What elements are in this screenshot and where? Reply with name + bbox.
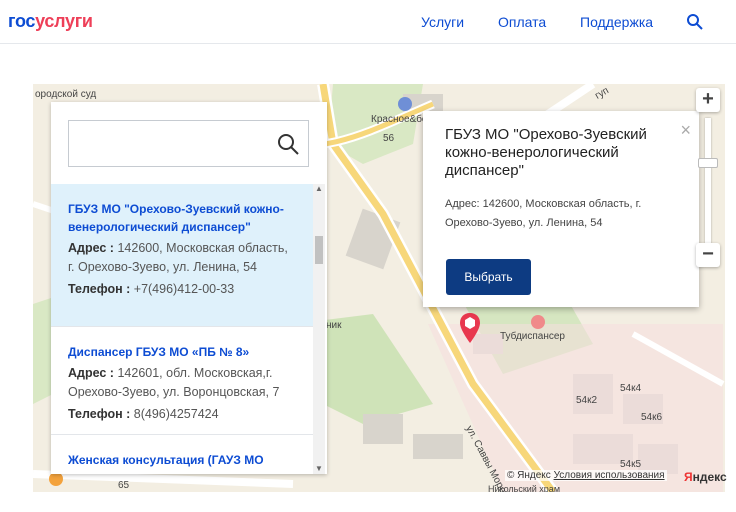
nav-payment[interactable]: Оплата — [498, 14, 546, 30]
map-label-tubdispanser: Тубдиспансер — [500, 331, 565, 342]
clinic-list-panel: ГБУЗ МО "Орехово-Зуевский кожно-венероло… — [51, 102, 327, 474]
map-label-nikolsky: Никольский храм — [488, 484, 561, 492]
logo-part-uslugi: услуги — [35, 11, 93, 31]
terms-of-use-link[interactable]: Условия использования — [554, 470, 665, 481]
clinic-list[interactable]: ГБУЗ МО "Орехово-Зуевский кожно-венероло… — [51, 184, 313, 474]
zoom-slider-track[interactable] — [698, 118, 718, 244]
yandex-logo[interactable]: Яндекс — [684, 470, 727, 484]
clinic-address: Адрес : 142601, обл. Московская,г. Орехо… — [68, 366, 280, 399]
scroll-up-arrow-icon[interactable]: ▲ — [313, 184, 325, 194]
balloon-address: Адрес: 142600, Московская область, г. Ор… — [445, 198, 642, 229]
gosuslugi-logo[interactable]: госуслуги — [8, 11, 93, 32]
zoom-slider-thumb[interactable] — [698, 158, 718, 168]
zoom-in-button[interactable]: + — [696, 88, 720, 112]
select-button[interactable]: Выбрать — [446, 259, 531, 295]
scroll-thumb[interactable] — [315, 236, 323, 264]
clinic-info-balloon: ГБУЗ МО "Орехово-Зуевский кожно-венероло… — [423, 111, 699, 307]
list-item[interactable]: Женская консультация (ГАУЗ МО — [51, 435, 313, 474]
clinic-title[interactable]: Женская консультация (ГАУЗ МО — [68, 451, 296, 469]
clinic-title[interactable]: Диспансер ГБУЗ МО «ПБ № 8» — [68, 343, 296, 361]
map-label-nik: ник — [326, 320, 342, 331]
map-label-54k4: 54к4 — [620, 383, 642, 394]
search-icon[interactable] — [686, 13, 704, 31]
map-pin-icon[interactable] — [459, 312, 481, 344]
map-label-house-56: 56 — [383, 133, 395, 144]
map-label-54k6: 54к6 — [641, 412, 663, 423]
clinic-phone: Телефон : 8(496)4257424 — [68, 407, 219, 421]
map-copyright: © Яндекс Условия использования — [505, 470, 667, 481]
map-label-court: ородской суд — [35, 89, 97, 100]
clinic-address: Адрес : 142600, Московская область, г. О… — [68, 241, 288, 274]
close-icon[interactable]: × — [680, 121, 691, 139]
logo-part-gos: гос — [8, 11, 36, 31]
map-label-54k2: 54к2 — [576, 395, 598, 406]
map-label-65: 65 — [118, 480, 130, 491]
clinic-phone: Телефон : +7(496)412-00-33 — [68, 282, 235, 296]
list-scrollbar[interactable]: ▲ ▼ — [313, 184, 325, 474]
nav-services[interactable]: Услуги — [421, 14, 464, 30]
site-header: госуслуги Услуги Оплата Поддержка — [0, 0, 736, 44]
clinic-search-field[interactable] — [68, 120, 309, 167]
balloon-title: ГБУЗ МО "Орехово-Зуевский кожно-венероло… — [445, 126, 647, 179]
map-label-54k5: 54к5 — [620, 459, 642, 470]
search-icon[interactable] — [276, 132, 300, 156]
nav-support[interactable]: Поддержка — [580, 14, 653, 30]
scroll-down-arrow-icon[interactable]: ▼ — [313, 464, 325, 474]
clinic-title[interactable]: ГБУЗ МО "Орехово-Зуевский кожно-венероло… — [68, 200, 296, 236]
list-item[interactable]: ГБУЗ МО "Орехово-Зуевский кожно-венероло… — [51, 184, 313, 327]
zoom-out-button[interactable]: − — [696, 243, 720, 267]
copyright-text: © Яндекс — [507, 470, 551, 481]
map-label-shop: Красное&бе — [371, 114, 428, 125]
list-item[interactable]: Диспансер ГБУЗ МО «ПБ № 8» Адрес : 14260… — [51, 327, 313, 435]
